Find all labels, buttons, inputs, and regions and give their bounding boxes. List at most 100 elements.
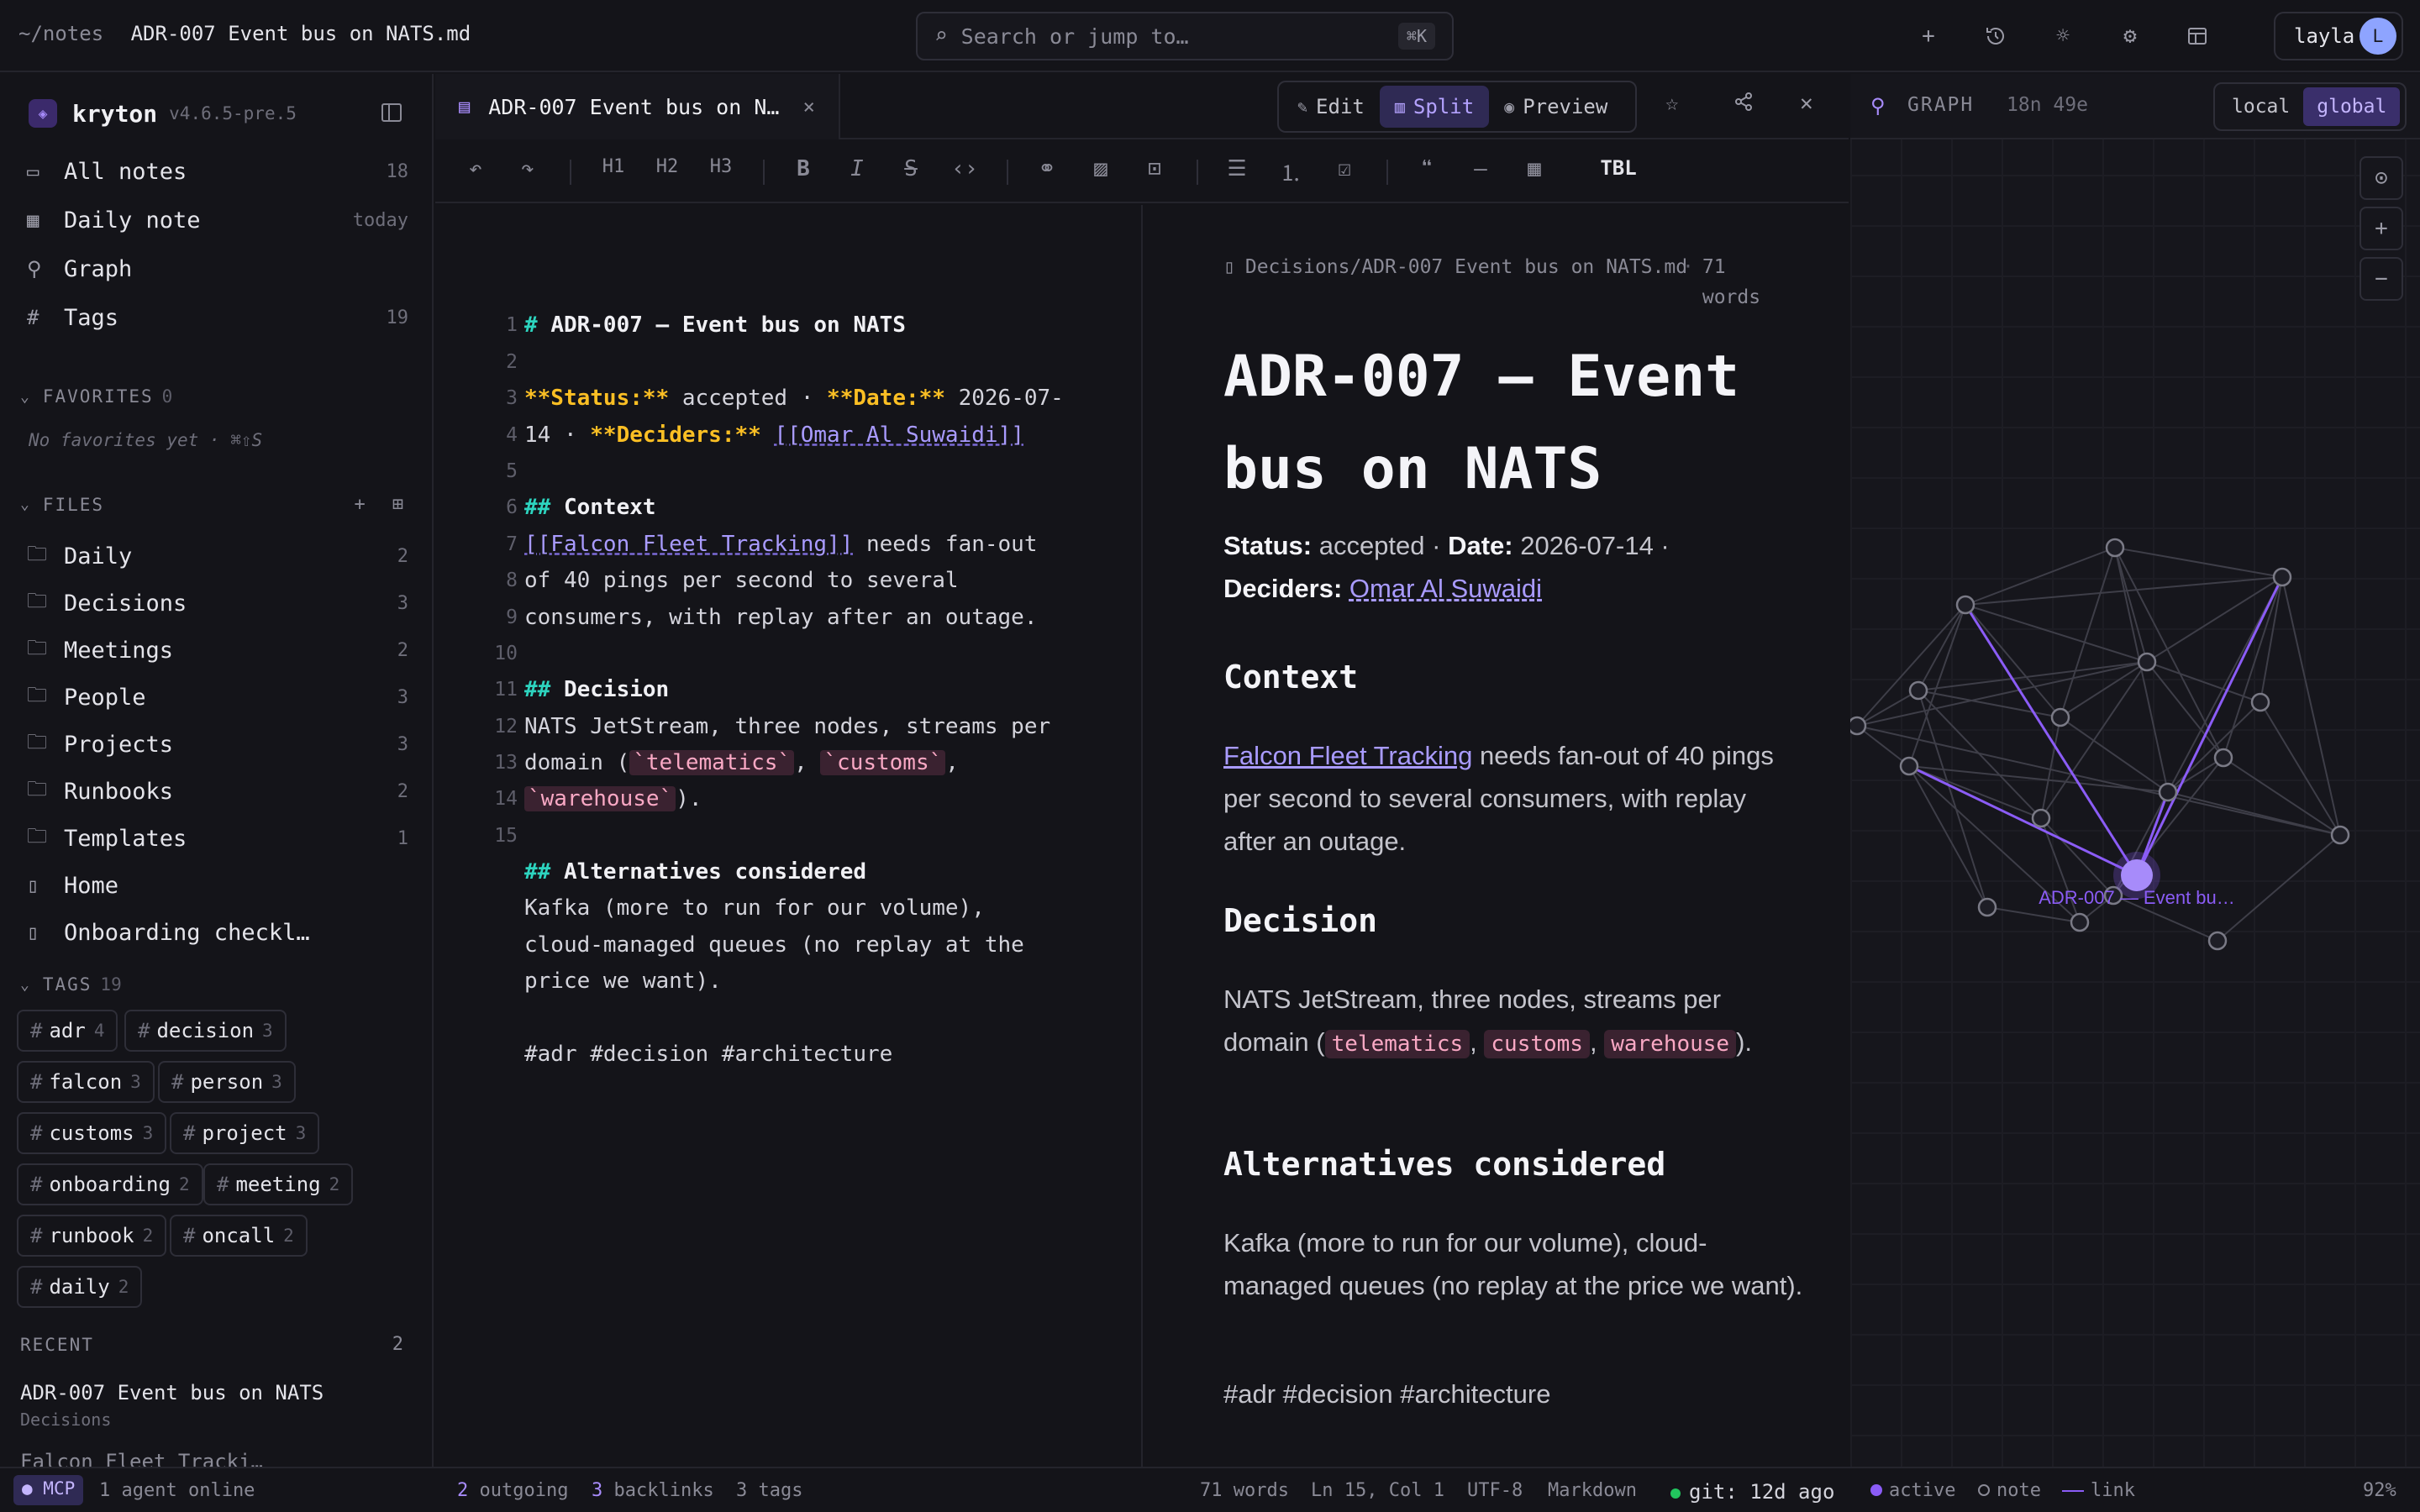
- history-icon[interactable]: [1978, 18, 2013, 54]
- folder-item[interactable]: 🗀 Projects 3: [20, 722, 415, 766]
- graph-node[interactable]: [2330, 825, 2350, 845]
- folder-label: Meetings: [64, 637, 174, 664]
- graph-node[interactable]: [2250, 692, 2270, 712]
- tag-chip[interactable]: # customs 3: [17, 1112, 167, 1154]
- folder-item[interactable]: 🗀 Runbooks 2: [20, 769, 415, 813]
- nav-tags[interactable]: # Tags 19: [20, 296, 415, 339]
- folder-item[interactable]: 🗀 Meetings 2: [20, 628, 415, 672]
- search-placeholder[interactable]: Search or jump to…: [961, 24, 1398, 49]
- share-icon[interactable]: [1733, 91, 1754, 118]
- file-item[interactable]: ▯ Home: [20, 864, 415, 907]
- close-tab-icon[interactable]: ×: [803, 95, 815, 118]
- theme-toggle-icon[interactable]: ☼: [2045, 18, 2081, 54]
- nav-graph[interactable]: ⚲ Graph: [20, 247, 415, 291]
- tag-chip[interactable]: # falcon 3: [17, 1061, 155, 1103]
- tag-chip[interactable]: # person 3: [158, 1061, 296, 1103]
- horizontal-rule-icon[interactable]: —: [1462, 156, 1499, 181]
- bullet-list-icon[interactable]: ☰: [1218, 156, 1255, 181]
- search-box[interactable]: ⌕ Search or jump to… ⌘K: [916, 12, 1454, 60]
- table-icon[interactable]: ▦: [1516, 156, 1553, 181]
- file-item[interactable]: ▯ Onboarding checkl…: [20, 911, 415, 954]
- favorites-header[interactable]: ⌄ FAVORITES 0: [20, 386, 415, 407]
- deciders-link[interactable]: Omar Al Suwaidi: [1349, 574, 1542, 603]
- graph-node[interactable]: [2105, 538, 2125, 558]
- mcp-badge[interactable]: ● MCP: [13, 1475, 84, 1505]
- wiki-link[interactable]: [[Omar Al Suwaidi]]: [774, 423, 1023, 448]
- folder-item[interactable]: 🗀 Decisions 3: [20, 581, 415, 625]
- layout-icon[interactable]: [2180, 18, 2215, 54]
- graph-node[interactable]: [2207, 931, 2228, 951]
- tag-chip[interactable]: # runbook 2: [17, 1215, 167, 1257]
- strikethrough-icon[interactable]: S: [892, 156, 929, 181]
- heading-2-button[interactable]: H2: [649, 156, 686, 177]
- user-menu[interactable]: layla L: [2274, 12, 2403, 60]
- graph-node[interactable]: [2137, 652, 2157, 672]
- breadcrumb-path[interactable]: ~/notes: [18, 22, 103, 45]
- folder-item[interactable]: 🗀 People 3: [20, 675, 415, 719]
- graph-node[interactable]: [2070, 912, 2090, 932]
- tag-chip[interactable]: # onboarding 2: [17, 1163, 203, 1205]
- folder-item[interactable]: 🗀 Daily 2: [20, 534, 415, 578]
- tag-chip[interactable]: # meeting 2: [203, 1163, 354, 1205]
- heading-1-button[interactable]: H1: [595, 156, 632, 177]
- quote-icon[interactable]: ❝: [1408, 156, 1445, 181]
- graph-node[interactable]: [1850, 716, 1867, 736]
- nav-daily-note[interactable]: ▦ Daily note today: [20, 198, 415, 242]
- inline-code-icon[interactable]: ‹›: [946, 156, 983, 181]
- graph-canvas[interactable]: ADR-007 — Event bu…: [1850, 141, 2420, 1468]
- recent-item-title[interactable]: ADR-007 Event bus on NATS: [20, 1381, 324, 1404]
- folder-item[interactable]: 🗀 Templates 1: [20, 816, 415, 860]
- nav-all-notes[interactable]: ▭ All notes 18: [20, 150, 415, 193]
- encoding[interactable]: UTF-8: [1467, 1480, 1523, 1501]
- cursor-position[interactable]: Ln 15, Col 1: [1311, 1480, 1444, 1501]
- files-header[interactable]: ⌄ FILES + ⊞: [20, 494, 415, 515]
- graph-node[interactable]: [1955, 595, 1975, 615]
- heading-3-button[interactable]: H3: [702, 156, 739, 177]
- close-pane-icon[interactable]: ✕: [1800, 91, 1813, 116]
- graph-node[interactable]: [1908, 680, 1928, 701]
- new-note-icon[interactable]: +: [1911, 18, 1946, 54]
- context-link[interactable]: Falcon Fleet Tracking: [1223, 741, 1472, 770]
- new-folder-icon[interactable]: ⊞: [392, 494, 405, 515]
- graph-node[interactable]: [2031, 808, 2051, 828]
- graph-node[interactable]: [2158, 782, 2178, 802]
- image-upload-icon[interactable]: ⊡: [1136, 156, 1173, 181]
- numbered-list-icon[interactable]: ⒈: [1272, 156, 1309, 187]
- wiki-link[interactable]: [[Falcon Fleet Tracking]]: [524, 532, 853, 557]
- tag-chip[interactable]: # oncall 2: [170, 1215, 308, 1257]
- new-file-icon[interactable]: +: [355, 494, 367, 515]
- star-icon[interactable]: ☆: [1665, 91, 1679, 116]
- markdown-source-pane[interactable]: 1 2 3 4 5 6 7 8 9 10 11 12 13 14 15 # AD…: [435, 205, 1143, 1468]
- tags-status[interactable]: 3 tags: [736, 1480, 802, 1501]
- mode-split-button[interactable]: ▥ Split: [1379, 86, 1490, 128]
- tag-chip[interactable]: # decision 3: [124, 1010, 287, 1052]
- graph-node[interactable]: [2272, 567, 2292, 587]
- italic-icon[interactable]: I: [839, 156, 876, 181]
- tag-chip[interactable]: # project 3: [170, 1112, 320, 1154]
- graph-node[interactable]: [2050, 707, 2070, 727]
- undo-icon[interactable]: ↶: [457, 156, 494, 181]
- backlinks[interactable]: 3 backlinks: [592, 1480, 714, 1501]
- image-icon[interactable]: ▨: [1082, 156, 1119, 181]
- scope-global-button[interactable]: global: [2303, 87, 2401, 126]
- link-icon[interactable]: ⚭: [1028, 156, 1065, 181]
- git-status[interactable]: git: 12d ago: [1670, 1480, 1834, 1504]
- graph-node[interactable]: [2213, 748, 2233, 768]
- tab-active-note[interactable]: ▤ ADR-007 Event bus on N… ×: [435, 74, 840, 139]
- table-text-button[interactable]: TBL: [1585, 156, 1652, 180]
- collapse-sidebar-icon[interactable]: [380, 101, 403, 130]
- tags-header[interactable]: ⌄ TAGS 19: [20, 974, 415, 995]
- mode-edit-button[interactable]: ✎ Edit: [1282, 86, 1380, 128]
- scope-local-button[interactable]: local: [2218, 87, 2303, 126]
- language-mode[interactable]: Markdown: [1548, 1480, 1637, 1501]
- bold-icon[interactable]: B: [785, 156, 822, 181]
- graph-node[interactable]: [1899, 756, 1919, 776]
- tag-chip[interactable]: # adr 4: [17, 1010, 118, 1052]
- redo-icon[interactable]: ↷: [509, 156, 546, 181]
- settings-gear-icon[interactable]: ⚙: [2112, 18, 2148, 54]
- outgoing-links[interactable]: 2 outgoing: [457, 1480, 568, 1501]
- checklist-icon[interactable]: ☑: [1326, 156, 1363, 181]
- mode-preview-button[interactable]: ◉ Preview: [1489, 86, 1623, 128]
- tag-chip[interactable]: # daily 2: [17, 1266, 143, 1308]
- graph-node[interactable]: [1977, 897, 1997, 917]
